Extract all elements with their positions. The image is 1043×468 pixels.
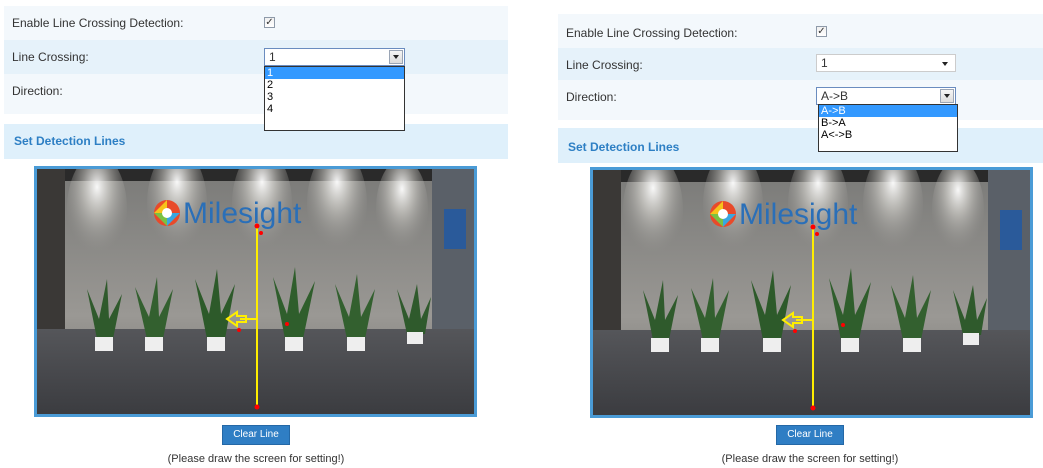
section-title: Set Detection Lines [14,134,126,148]
clear-line-button[interactable]: Clear Line [776,425,844,445]
section-title: Set Detection Lines [568,140,680,154]
hint-text: (Please draw the screen for setting!) [167,453,345,465]
section-header: Set Detection Lines [4,124,508,159]
enable-checkbox[interactable]: ✓ [816,26,827,37]
video-preview[interactable]: Milesight [590,167,1033,418]
enable-row: Enable Line Crossing Detection: ✓ [4,6,508,40]
chevron-down-icon [393,55,399,59]
page: Enable Line Crossing Detection: ✓ Line C… [0,0,1043,468]
line-crossing-select[interactable]: 1 [816,54,956,72]
dropdown-option[interactable]: 3 [265,91,404,103]
enable-label: Enable Line Crossing Detection: [12,16,184,30]
dropdown-option[interactable]: A->B [819,105,957,117]
line-crossing-label: Line Crossing: [566,58,643,72]
chevron-down-icon [942,62,948,66]
direction-dropdown-list: A->B B->A A<->B [818,104,958,152]
dropdown-option[interactable]: B->A [819,117,957,129]
line-crossing-dropdown-list: 1 2 3 4 [264,66,405,131]
line-crossing-label: Line Crossing: [12,50,89,64]
camera-scene: Milesight [593,170,1030,415]
enable-row: Enable Line Crossing Detection: ✓ [558,14,1043,48]
direction-value: A->B [821,89,849,103]
direction-row: Direction: A->B [558,80,1043,120]
section-header: Set Detection Lines [558,128,1043,163]
clear-line-button[interactable]: Clear Line [222,425,290,445]
direction-label: Direction: [566,90,617,104]
logo-text: Milesight [739,198,858,231]
line-crossing-select[interactable]: 1 [264,48,405,66]
left-panel: Enable Line Crossing Detection: ✓ Line C… [0,0,510,468]
dropdown-arrow-button[interactable] [389,50,403,64]
line-crossing-value: 1 [821,56,828,70]
direction-label: Direction: [12,84,63,98]
chevron-down-icon [944,94,950,98]
dropdown-option[interactable]: 4 [265,103,404,115]
line-crossing-row: Line Crossing: 1 [4,40,508,74]
video-preview[interactable]: Milesight [34,166,477,417]
right-panel: Enable Line Crossing Detection: ✓ Line C… [558,0,1043,468]
camera-scene: Milesight [37,169,474,414]
dropdown-option[interactable]: 2 [265,79,404,91]
line-crossing-row: Line Crossing: 1 [558,48,1043,80]
dropdown-arrow-button[interactable] [940,89,954,103]
enable-checkbox[interactable]: ✓ [264,17,275,28]
direction-row: Direction: [4,74,508,114]
direction-select[interactable]: A->B [816,87,956,105]
enable-label: Enable Line Crossing Detection: [566,26,738,40]
line-crossing-value: 1 [269,50,276,64]
dropdown-option[interactable]: 1 [265,67,404,79]
hint-text: (Please draw the screen for setting!) [721,453,899,465]
logo-text: Milesight [183,197,302,230]
dropdown-option[interactable]: A<->B [819,129,957,141]
